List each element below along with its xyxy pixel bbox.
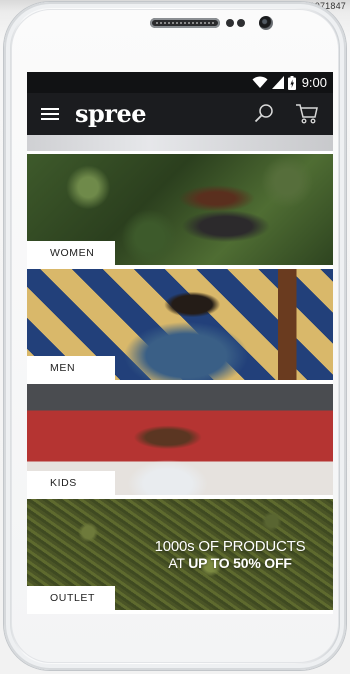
category-tile-kids[interactable]: KIDS: [27, 384, 333, 495]
category-tile-outlet[interactable]: 1000s OF PRODUCTS AT UP TO 50% OFF OUTLE…: [27, 499, 333, 610]
category-tile-women[interactable]: WOMEN: [27, 154, 333, 265]
signal-icon: [271, 76, 284, 89]
app-bar: spree: [27, 93, 333, 135]
status-bar: 9:00: [27, 72, 333, 93]
category-label-kids: KIDS: [27, 471, 115, 495]
category-label-women: WOMEN: [27, 241, 115, 265]
earpiece-speaker: [150, 18, 220, 28]
hamburger-icon[interactable]: [41, 107, 59, 121]
promo-text: 1000s OF PRODUCTS AT UP TO 50% OFF: [145, 538, 315, 572]
promo-line-2-prefix: AT: [168, 555, 189, 571]
promo-line-2: AT UP TO 50% OFF: [145, 555, 315, 571]
phone-screen: 9:00 spree WOMEN MEN KIDS 1000s OF PRODU…: [27, 72, 333, 614]
category-label-outlet: OUTLET: [27, 586, 115, 610]
search-icon[interactable]: [253, 103, 275, 125]
front-camera: [259, 16, 273, 30]
wifi-icon: [252, 76, 268, 89]
light-sensor: [237, 19, 245, 27]
status-time: 9:00: [301, 75, 327, 90]
status-icons: 9:00: [252, 75, 327, 90]
proximity-sensor: [226, 19, 234, 27]
category-tile-men[interactable]: MEN: [27, 269, 333, 380]
category-label-men: MEN: [27, 356, 115, 380]
promo-discount: UP TO 50% OFF: [188, 555, 292, 571]
cart-icon[interactable]: [295, 103, 319, 125]
battery-icon: [287, 75, 296, 90]
top-banner-strip: [27, 135, 333, 151]
promo-line-1: 1000s OF PRODUCTS: [154, 538, 306, 555]
app-logo[interactable]: spree: [75, 99, 146, 128]
